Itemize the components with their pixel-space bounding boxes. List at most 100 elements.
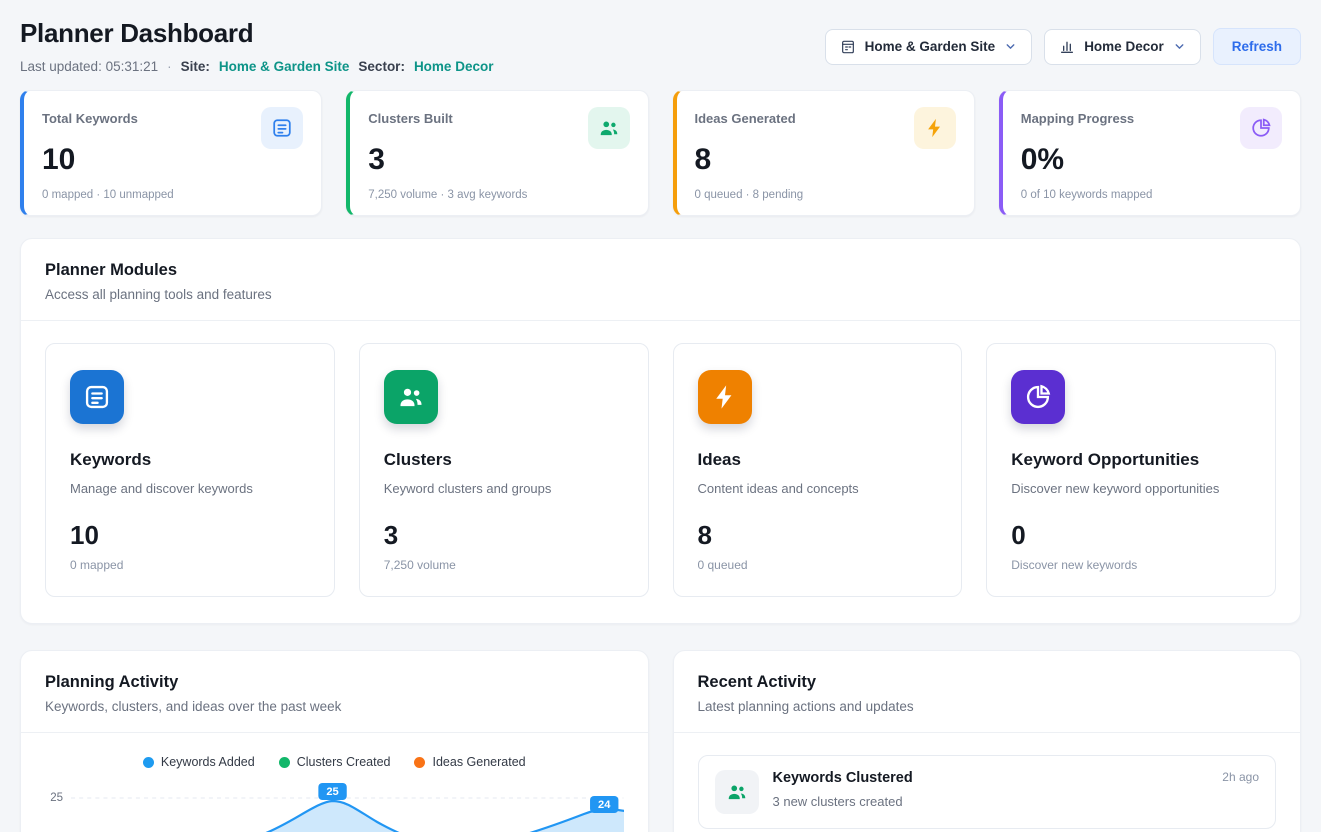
module-title: Keywords bbox=[70, 450, 310, 470]
stat-label: Mapping Progress bbox=[1021, 107, 1134, 126]
module-desc: Manage and discover keywords bbox=[70, 481, 310, 496]
refresh-button[interactable]: Refresh bbox=[1213, 28, 1301, 65]
sector-label: Sector: bbox=[358, 59, 405, 74]
chart-legend: Keywords Added Clusters Created Ideas Ge… bbox=[45, 755, 624, 769]
module-desc: Content ideas and concepts bbox=[698, 481, 938, 496]
legend-dot-blue bbox=[143, 757, 154, 768]
stat-sub: 0 of 10 keywords mapped bbox=[1021, 189, 1282, 201]
recent-activity-panel: Recent Activity Latest planning actions … bbox=[673, 650, 1302, 832]
planning-activity-title: Planning Activity bbox=[45, 673, 624, 692]
activity-desc: 3 new clusters created bbox=[773, 794, 1260, 809]
sector-link[interactable]: Home Decor bbox=[414, 59, 494, 74]
bottom-row: Planning Activity Keywords, clusters, an… bbox=[20, 650, 1301, 832]
module-desc: Keyword clusters and groups bbox=[384, 481, 624, 496]
stat-card-total-keywords: Total Keywords 10 0 mapped · 10 unmapped bbox=[20, 90, 322, 216]
stat-value: 3 bbox=[368, 143, 629, 176]
modules-subtitle: Access all planning tools and features bbox=[45, 287, 1276, 302]
planner-dashboard-page: Planner Dashboard Last updated: 05:31:21… bbox=[0, 0, 1321, 832]
pie-chart-icon bbox=[1011, 370, 1065, 424]
planner-modules-panel: Planner Modules Access all planning tool… bbox=[20, 238, 1301, 624]
area-chart: 25 25 24 bbox=[45, 783, 624, 832]
module-desc: Discover new keyword opportunities bbox=[1011, 481, 1251, 496]
stat-value: 0% bbox=[1021, 143, 1282, 176]
module-title: Ideas bbox=[698, 450, 938, 470]
chevron-down-icon bbox=[1173, 40, 1186, 53]
module-value: 3 bbox=[384, 520, 624, 551]
planning-activity-panel: Planning Activity Keywords, clusters, an… bbox=[20, 650, 649, 832]
stat-value: 10 bbox=[42, 143, 303, 176]
module-sub: 7,250 volume bbox=[384, 558, 624, 572]
bar-chart-icon bbox=[1059, 39, 1075, 55]
divider bbox=[21, 320, 1300, 321]
module-value: 8 bbox=[698, 520, 938, 551]
legend-item-keywords-added: Keywords Added bbox=[143, 755, 255, 769]
module-card-keyword-opportunities[interactable]: Keyword Opportunities Discover new keywo… bbox=[986, 343, 1276, 597]
legend-label: Keywords Added bbox=[161, 755, 255, 769]
stat-sub: 7,250 volume · 3 avg keywords bbox=[368, 189, 629, 201]
lightning-icon bbox=[914, 107, 956, 149]
list-icon bbox=[261, 107, 303, 149]
meta-line: Last updated: 05:31:21 · Site: Home & Ga… bbox=[20, 59, 493, 74]
legend-item-ideas-generated: Ideas Generated bbox=[414, 755, 525, 769]
recent-activity-subtitle: Latest planning actions and updates bbox=[698, 699, 1277, 714]
lightning-icon bbox=[698, 370, 752, 424]
stat-sub: 0 mapped · 10 unmapped bbox=[42, 189, 303, 201]
modules-title: Planner Modules bbox=[45, 261, 1276, 280]
site-selector-value: Home & Garden Site bbox=[865, 39, 996, 54]
activity-title: Keywords Clustered bbox=[773, 770, 913, 786]
users-icon bbox=[715, 770, 759, 814]
planning-activity-subtitle: Keywords, clusters, and ideas over the p… bbox=[45, 699, 624, 714]
legend-item-clusters-created: Clusters Created bbox=[279, 755, 391, 769]
data-label-25: 25 bbox=[318, 783, 346, 800]
chevron-down-icon bbox=[1004, 40, 1017, 53]
divider bbox=[674, 732, 1301, 733]
stat-sub: 0 queued · 8 pending bbox=[695, 189, 956, 201]
activity-body: Keywords Clustered 2h ago 3 new clusters… bbox=[773, 770, 1260, 809]
stat-card-clusters-built: Clusters Built 3 7,250 volume · 3 avg ke… bbox=[346, 90, 648, 216]
stat-value: 8 bbox=[695, 143, 956, 176]
site-link[interactable]: Home & Garden Site bbox=[219, 59, 350, 74]
sector-selector-dropdown[interactable]: Home Decor bbox=[1044, 29, 1201, 65]
header: Planner Dashboard Last updated: 05:31:21… bbox=[20, 18, 1301, 74]
stat-card-ideas-generated: Ideas Generated 8 0 queued · 8 pending bbox=[673, 90, 975, 216]
stat-label: Clusters Built bbox=[368, 107, 453, 126]
header-left: Planner Dashboard Last updated: 05:31:21… bbox=[20, 18, 493, 74]
stat-label: Ideas Generated bbox=[695, 107, 796, 126]
svg-text:25: 25 bbox=[326, 786, 338, 798]
page-title: Planner Dashboard bbox=[20, 18, 493, 49]
pie-chart-icon bbox=[1240, 107, 1282, 149]
users-icon bbox=[588, 107, 630, 149]
site-selector-dropdown[interactable]: Home & Garden Site bbox=[825, 29, 1033, 65]
module-title: Keyword Opportunities bbox=[1011, 450, 1251, 470]
module-sub: Discover new keywords bbox=[1011, 558, 1251, 572]
activity-timestamp: 2h ago bbox=[1222, 770, 1259, 784]
meta-separator: · bbox=[167, 59, 172, 74]
users-icon bbox=[384, 370, 438, 424]
header-controls: Home & Garden Site Home Decor Refresh bbox=[825, 18, 1301, 65]
site-label: Site: bbox=[181, 59, 210, 74]
activity-item-keywords-clustered[interactable]: Keywords Clustered 2h ago 3 new clusters… bbox=[698, 755, 1277, 829]
module-value: 10 bbox=[70, 520, 310, 551]
last-updated-text: Last updated: 05:31:21 bbox=[20, 59, 158, 74]
module-card-clusters[interactable]: Clusters Keyword clusters and groups 3 7… bbox=[359, 343, 649, 597]
modules-grid: Keywords Manage and discover keywords 10… bbox=[45, 343, 1276, 597]
module-title: Clusters bbox=[384, 450, 624, 470]
stat-card-mapping-progress: Mapping Progress 0% 0 of 10 keywords map… bbox=[999, 90, 1301, 216]
module-sub: 0 queued bbox=[698, 558, 938, 572]
legend-dot-green bbox=[279, 757, 290, 768]
list-icon bbox=[70, 370, 124, 424]
legend-dot-orange bbox=[414, 757, 425, 768]
stat-label: Total Keywords bbox=[42, 107, 138, 126]
recent-activity-title: Recent Activity bbox=[698, 673, 1277, 692]
legend-label: Ideas Generated bbox=[432, 755, 525, 769]
module-card-ideas[interactable]: Ideas Content ideas and concepts 8 0 que… bbox=[673, 343, 963, 597]
stats-row: Total Keywords 10 0 mapped · 10 unmapped… bbox=[20, 90, 1301, 216]
building-icon bbox=[840, 39, 856, 55]
sector-selector-value: Home Decor bbox=[1084, 39, 1164, 54]
y-axis-tick: 25 bbox=[45, 783, 71, 832]
legend-label: Clusters Created bbox=[297, 755, 391, 769]
module-card-keywords[interactable]: Keywords Manage and discover keywords 10… bbox=[45, 343, 335, 597]
keywords-area-chart-svg: 25 24 bbox=[71, 783, 624, 832]
divider bbox=[21, 732, 648, 733]
data-label-24: 24 bbox=[590, 796, 618, 813]
